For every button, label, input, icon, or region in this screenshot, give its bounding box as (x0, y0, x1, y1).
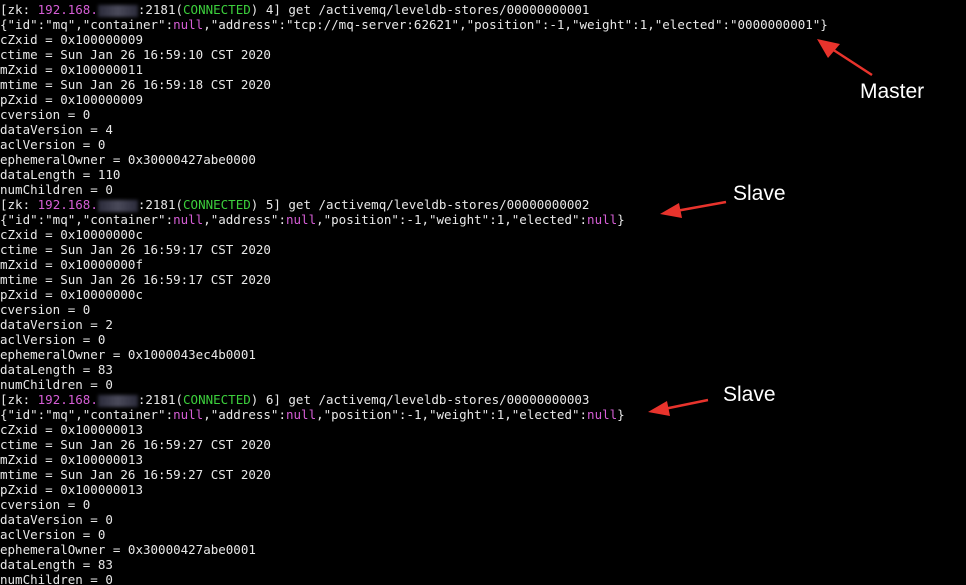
json-part: {"id":"mq","container": (0, 17, 174, 32)
arrow-to-slave-2 (648, 398, 709, 416)
json-line-master: {"id":"mq","container":null,"address":"t… (0, 17, 828, 32)
stat-line: mtime = Sun Jan 26 16:59:17 CST 2020 (0, 272, 271, 287)
stat-line: ephemeralOwner = 0x30000427abe0000 (0, 152, 256, 167)
command-text: get /activemq/leveldb-stores/00000000001 (288, 2, 590, 17)
stat-line: dataVersion = 0 (0, 512, 113, 527)
json-null: null (173, 407, 204, 422)
json-null: null (286, 407, 317, 422)
stat-line: dataLength = 110 (0, 167, 121, 182)
stat-line: mtime = Sun Jan 26 16:59:18 CST 2020 (0, 77, 271, 92)
arrow-to-master (817, 39, 873, 77)
redacted-ip-segment (97, 199, 138, 212)
port: :2181( (137, 2, 184, 17)
connection-state: CONNECTED (183, 197, 251, 212)
json-line-slave-2: {"id":"mq","container":null,"address":nu… (0, 407, 625, 422)
json-null: null (173, 212, 204, 227)
ip-address: 192.168. (37, 392, 98, 407)
connection-state: CONNECTED (183, 392, 251, 407)
arrow-shaft (663, 398, 709, 411)
port: :2181( (137, 392, 184, 407)
command-number: 6] (265, 392, 289, 407)
stat-line: dataVersion = 2 (0, 317, 113, 332)
stat-line: mZxid = 0x10000000f (0, 257, 143, 272)
json-part: } (617, 407, 625, 422)
json-part: ,"address": (203, 212, 286, 227)
stat-line: aclVersion = 0 (0, 332, 106, 347)
stat-line: numChildren = 0 (0, 377, 113, 392)
slave-annotation-2: Slave (723, 383, 776, 406)
stat-line: aclVersion = 0 (0, 137, 106, 152)
arrow-head (660, 203, 682, 218)
command-text: get /activemq/leveldb-stores/00000000002 (288, 197, 590, 212)
stat-line: cZxid = 0x100000013 (0, 422, 143, 437)
stat-line: mZxid = 0x100000011 (0, 62, 143, 77)
ip-address: 192.168. (37, 2, 98, 17)
arrow-shaft (675, 200, 727, 213)
stat-line: ctime = Sun Jan 26 16:59:10 CST 2020 (0, 47, 271, 62)
json-null: null (587, 212, 618, 227)
command-number: 4] (265, 2, 289, 17)
prompt-close: ) (250, 197, 266, 212)
prompt-open: [zk: (0, 197, 38, 212)
stat-line: numChildren = 0 (0, 182, 113, 197)
command-text: get /activemq/leveldb-stores/00000000003 (288, 392, 590, 407)
arrow-head (817, 39, 840, 58)
json-null: null (173, 17, 204, 32)
stat-line: ephemeralOwner = 0x30000427abe0001 (0, 542, 256, 557)
stat-line: cversion = 0 (0, 107, 91, 122)
command-line-4: [zk: 192.168. :2181(CONNECTED) 4] get /ac… (0, 2, 589, 17)
json-part: } (617, 212, 625, 227)
stat-line: cZxid = 0x100000009 (0, 32, 143, 47)
prompt-open: [zk: (0, 392, 38, 407)
port: :2181( (137, 197, 184, 212)
slave-annotation-1: Slave (733, 182, 786, 205)
stat-line: numChildren = 0 (0, 572, 113, 585)
stat-line: aclVersion = 0 (0, 527, 106, 542)
prompt-close: ) (250, 2, 266, 17)
json-part: {"id":"mq","container": (0, 212, 174, 227)
stat-line: dataLength = 83 (0, 362, 113, 377)
arrow-head (648, 401, 670, 416)
json-null: null (587, 407, 618, 422)
connection-state: CONNECTED (183, 2, 251, 17)
command-line-5: [zk: 192.168. :2181(CONNECTED) 5] get /ac… (0, 197, 589, 212)
prompt-close: ) (250, 392, 266, 407)
stat-line: pZxid = 0x10000000c (0, 287, 143, 302)
stat-line: pZxid = 0x100000009 (0, 92, 143, 107)
ip-address: 192.168. (37, 197, 98, 212)
json-null: null (286, 212, 317, 227)
json-line-slave-1: {"id":"mq","container":null,"address":nu… (0, 212, 625, 227)
json-part: {"id":"mq","container": (0, 407, 174, 422)
stat-line: cversion = 0 (0, 497, 91, 512)
redacted-ip-segment (97, 394, 138, 407)
terminal-window[interactable]: [zk: 192.168.:2181(CONNECTED) 4] get /ac… (0, 0, 966, 585)
stat-line: ctime = Sun Jan 26 16:59:27 CST 2020 (0, 437, 271, 452)
json-part: ,"position":-1,"weight":1,"elected": (316, 407, 588, 422)
stat-line: dataLength = 83 (0, 557, 113, 572)
stat-line: ctime = Sun Jan 26 16:59:17 CST 2020 (0, 242, 271, 257)
master-annotation: Master (860, 80, 925, 103)
json-part: ,"address": (203, 407, 286, 422)
command-line-6: [zk: 192.168. :2181(CONNECTED) 6] get /ac… (0, 392, 589, 407)
stat-line: cZxid = 0x10000000c (0, 227, 143, 242)
stat-line: dataVersion = 4 (0, 122, 113, 137)
json-part: ,"position":-1,"weight":1,"elected": (316, 212, 588, 227)
stat-line: ephemeralOwner = 0x1000043ec4b0001 (0, 347, 256, 362)
stat-line: mZxid = 0x100000013 (0, 452, 143, 467)
json-part: ,"address":"tcp://mq-server:62621","posi… (203, 17, 828, 32)
arrow-to-slave-1 (660, 200, 727, 218)
stat-line: mtime = Sun Jan 26 16:59:27 CST 2020 (0, 467, 271, 482)
redacted-ip-segment (97, 4, 138, 17)
arrow-shaft (831, 47, 873, 77)
stat-line: pZxid = 0x100000013 (0, 482, 143, 497)
stat-line: cversion = 0 (0, 302, 91, 317)
command-number: 5] (265, 197, 289, 212)
prompt-open: [zk: (0, 2, 38, 17)
